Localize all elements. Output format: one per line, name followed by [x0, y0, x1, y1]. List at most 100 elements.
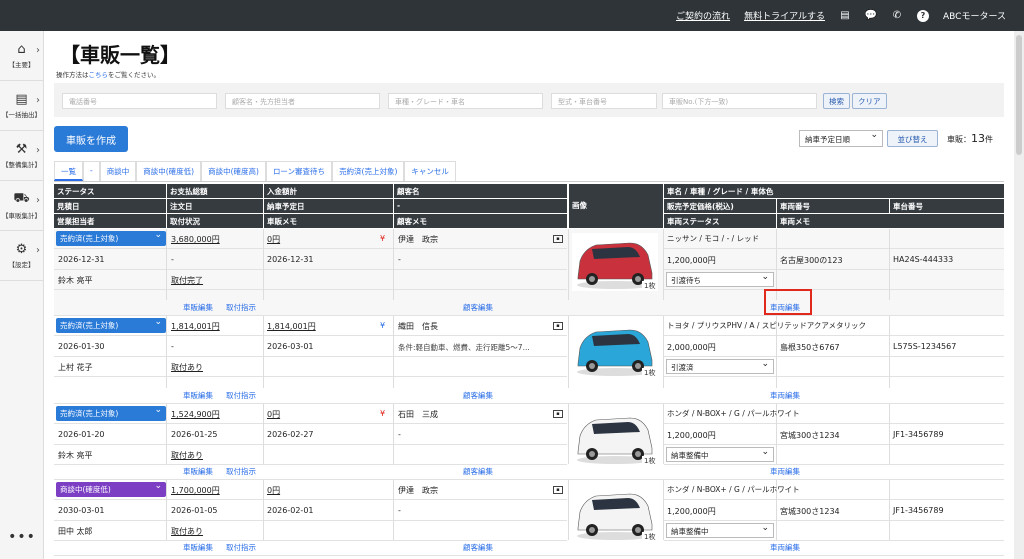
header-status: ステータス — [54, 184, 166, 198]
sidebar-item-settings[interactable]: ⚙ 【設定】 › — [0, 231, 43, 281]
plate-number: 宮城300さ1234 — [780, 431, 840, 440]
model-input[interactable]: 型式・車台番号 — [551, 93, 657, 109]
header-staff: 営業担当者 — [54, 214, 166, 228]
header-estimate: 見積日 — [54, 199, 166, 213]
phone-input[interactable]: 電話番号 — [62, 93, 217, 109]
help-text: 操作方法はこちらをご覧ください。 — [56, 71, 160, 79]
contact-card-icon[interactable]: ▪ — [553, 486, 563, 494]
customer-edit-link[interactable]: 顧客編集 — [463, 466, 493, 477]
header-vstatus: 車両ステータス — [664, 214, 776, 228]
vehicle-status-select[interactable]: 引渡済 — [666, 359, 774, 374]
sort-button[interactable]: 並び替え — [887, 130, 938, 147]
delivery-date: 2026-02-01 — [267, 506, 314, 515]
tab-loan-review[interactable]: ローン審査待ち — [265, 161, 333, 181]
install-instruction-link[interactable]: 取付指示 — [226, 390, 256, 401]
sale-edit-link[interactable]: 車販編集 — [183, 390, 213, 401]
row-line — [664, 464, 1004, 465]
free-trial-link[interactable]: 無料トライアルする — [744, 9, 825, 22]
contact-card-icon[interactable]: ▪ — [553, 235, 563, 243]
col-divider — [568, 316, 569, 388]
help-link[interactable]: こちら — [89, 71, 109, 79]
header-install: 取付状況 — [167, 214, 263, 228]
company-name[interactable]: ABCモータース — [943, 9, 1006, 22]
header-image: 画像 — [569, 184, 663, 228]
customer-edit-link[interactable]: 顧客編集 — [463, 390, 493, 401]
customer-edit-link[interactable]: 顧客編集 — [463, 302, 493, 313]
tab-negotiating-high[interactable]: 商談中(確度高) — [201, 161, 266, 181]
vehicle-edit-link[interactable]: 車両編集 — [770, 542, 800, 553]
total-amount: 3,680,000円 — [171, 235, 220, 244]
status-select[interactable]: 売約済(売上対象) — [56, 317, 166, 333]
yen-icon: ¥ — [380, 321, 386, 330]
tab-cancel[interactable]: キャンセル — [404, 161, 456, 181]
customer-input[interactable]: 顧客名・先方担当者 — [225, 93, 380, 109]
col-divider — [263, 404, 264, 464]
row-line — [664, 356, 1004, 357]
col-divider — [568, 229, 569, 300]
tab-none[interactable]: - — [83, 161, 100, 181]
yen-icon: ¥ — [380, 409, 386, 418]
total-amount: 1,700,000円 — [171, 486, 220, 495]
chassis-number: L575S-1234567 — [893, 342, 957, 351]
row-line — [664, 289, 1004, 290]
sale-price: 1,200,000円 — [667, 507, 716, 516]
status-select[interactable]: 売約済(売上対象) — [56, 230, 166, 246]
col-divider — [889, 404, 890, 464]
tab-all[interactable]: 一覧 — [54, 161, 83, 181]
document-icon[interactable]: ▤ — [839, 10, 851, 22]
vehicle-input[interactable]: 車種・グレード・車名 — [388, 93, 543, 109]
install-instruction-link[interactable]: 取付指示 — [226, 302, 256, 313]
create-sale-button[interactable]: 車販を作成 — [54, 126, 128, 152]
install-instruction-link[interactable]: 取付指示 — [226, 466, 256, 477]
col-divider — [166, 316, 167, 388]
scrollbar[interactable] — [1014, 31, 1024, 559]
sidebar-item-carsales[interactable]: ⛟ 【車販集計】 › — [0, 181, 43, 231]
sort-select[interactable]: 納車予定日順 — [799, 130, 883, 147]
clear-button[interactable]: クリア — [852, 93, 887, 109]
car-no-input[interactable]: 車販No.(下方一致) — [662, 93, 817, 109]
sidebar-item-bulk[interactable]: ▤ 【一括抽出】 › — [0, 81, 43, 131]
vehicle-edit-link[interactable]: 車両編集 — [770, 390, 800, 401]
estimate-date: 2026-12-31 — [58, 255, 105, 264]
phone-icon[interactable]: ✆ — [891, 10, 903, 22]
chat-icon[interactable]: 💬 — [865, 10, 877, 22]
vehicle-status-select[interactable]: 引渡待ち — [666, 272, 774, 287]
paid-amount: 0円 — [267, 410, 281, 419]
install-status[interactable]: 取付あり — [171, 526, 203, 537]
scrollbar-thumb[interactable] — [1016, 35, 1022, 155]
chevron-right-icon: › — [36, 195, 40, 206]
vehicle-status-select[interactable]: 納車整備中 — [666, 447, 774, 462]
paid-amount: 1,814,001円 — [267, 322, 316, 331]
install-status[interactable]: 取付完了 — [171, 275, 203, 286]
status-select[interactable]: 商談中(確度低) — [56, 481, 166, 497]
contact-card-icon[interactable]: ▪ — [553, 322, 563, 330]
sale-edit-link[interactable]: 車販編集 — [183, 302, 213, 313]
tab-sold[interactable]: 売約済(売上対象) — [332, 161, 405, 181]
vehicle-status-select[interactable]: 納車整備中 — [666, 523, 774, 538]
sidebar-item-maintenance[interactable]: ⚒ 【整備集計】 › — [0, 131, 43, 181]
vehicle-name: ニッサン / モコ / - / レッド — [667, 234, 760, 243]
gear-icon: ⚙ — [15, 242, 28, 257]
sale-price: 1,200,000円 — [667, 256, 716, 265]
chevron-right-icon: › — [36, 95, 40, 106]
tab-negotiating-low[interactable]: 商談中(確度低) — [136, 161, 202, 181]
customer-edit-link[interactable]: 顧客編集 — [463, 542, 493, 553]
tab-negotiating[interactable]: 商談中 — [99, 161, 137, 181]
install-instruction-link[interactable]: 取付指示 — [226, 542, 256, 553]
col-divider — [568, 480, 569, 540]
search-button[interactable]: 検索 — [823, 93, 850, 109]
sale-edit-link[interactable]: 車販編集 — [183, 466, 213, 477]
row-line — [54, 499, 567, 500]
contract-flow-link[interactable]: ご契約の流れ — [676, 9, 730, 22]
help-icon[interactable]: ? — [916, 9, 929, 22]
install-status[interactable]: 取付あり — [171, 362, 203, 373]
plate-number: 宮城300さ1234 — [780, 507, 840, 516]
sidebar-item-main[interactable]: ⌂ 【主要】 › — [0, 31, 43, 81]
status-select[interactable]: 売約済(売上対象) — [56, 405, 166, 421]
install-status[interactable]: 取付あり — [171, 450, 203, 461]
more-icon[interactable]: ••• — [0, 529, 44, 545]
sale-edit-link[interactable]: 車販編集 — [183, 542, 213, 553]
contact-card-icon[interactable]: ▪ — [553, 410, 563, 418]
estimate-date: 2026-01-20 — [58, 430, 105, 439]
vehicle-edit-link[interactable]: 車両編集 — [770, 466, 800, 477]
